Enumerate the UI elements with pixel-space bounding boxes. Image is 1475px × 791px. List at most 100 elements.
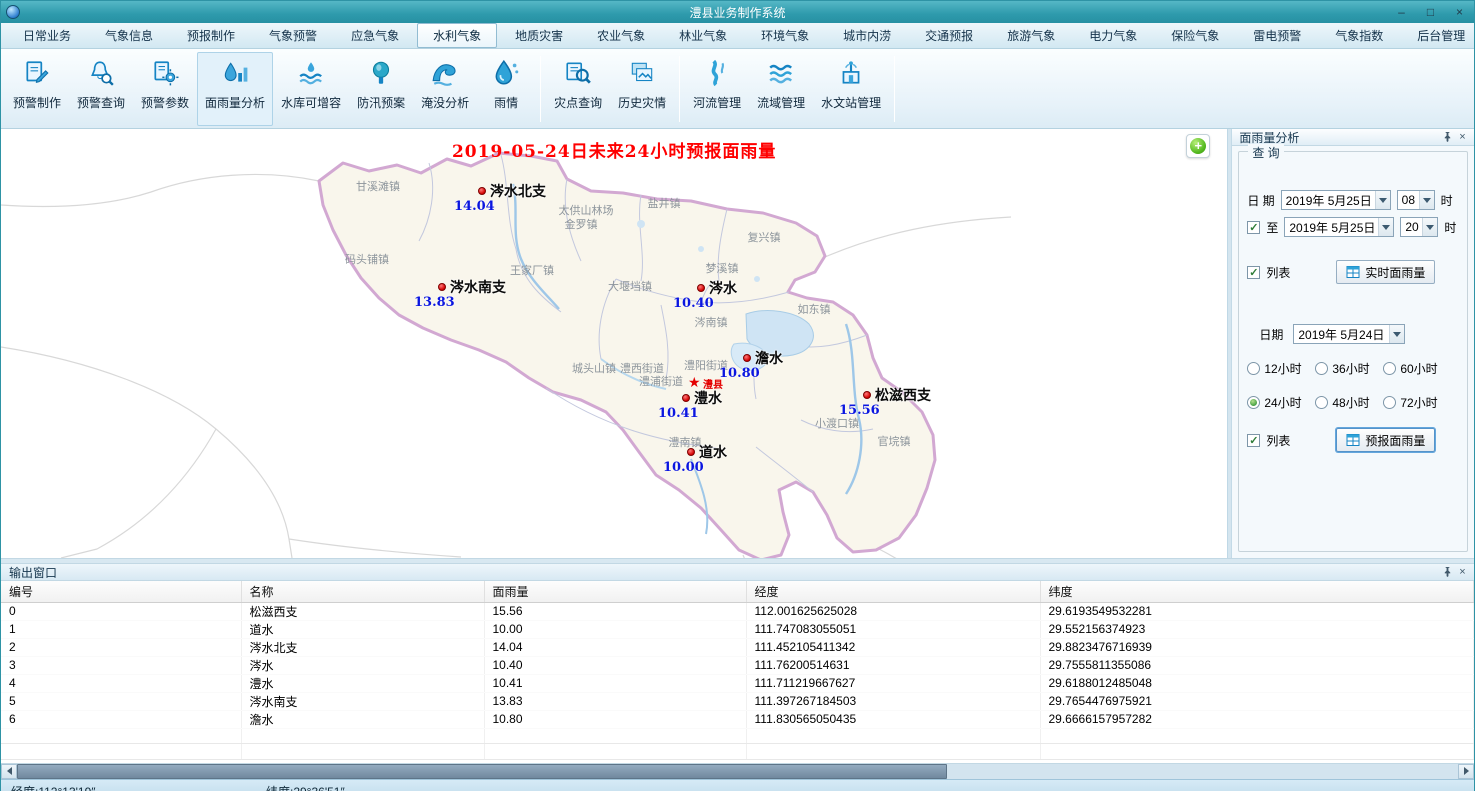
menu-tab-12[interactable]: 旅游气象 xyxy=(991,23,1071,48)
table-row[interactable]: 3涔水10.40111.7620051463129.7555811355086 xyxy=(1,656,1474,674)
forecast-rainfall-button[interactable]: 预报面雨量 xyxy=(1336,428,1435,452)
menu-tab-4[interactable]: 应急气象 xyxy=(335,23,415,48)
output-close-icon[interactable]: × xyxy=(1455,565,1470,579)
menu-tab-1[interactable]: 气象信息 xyxy=(89,23,169,48)
column-header[interactable]: 纬度 xyxy=(1040,581,1474,602)
table-row[interactable]: 4澧水10.41111.71121966762729.6188012485048 xyxy=(1,674,1474,692)
toolbar-item-warning-query[interactable]: 预警查询 xyxy=(69,52,133,126)
disaster-point-query-icon xyxy=(563,58,593,88)
scrollbar-thumb[interactable] xyxy=(17,764,947,779)
duration-radio-5[interactable]: 72小时 xyxy=(1383,394,1459,411)
column-header[interactable]: 面雨量 xyxy=(484,581,746,602)
chevron-down-icon xyxy=(1422,218,1437,236)
map-canvas[interactable]: 2019-05-24日未来24小时预报面雨量 + xyxy=(1,129,1227,558)
end-date-combobox[interactable]: 2019年 5月25日 xyxy=(1284,217,1394,237)
menu-tab-6[interactable]: 地质灾害 xyxy=(499,23,579,48)
scrollbar-track[interactable] xyxy=(947,764,1458,779)
duration-radio-0[interactable]: 12小时 xyxy=(1247,360,1315,377)
window-title: 澧县业务制作系统 xyxy=(1,4,1474,21)
menu-tab-7[interactable]: 农业气象 xyxy=(581,23,661,48)
realtime-rainfall-button[interactable]: 实时面雨量 xyxy=(1336,260,1435,284)
duration-radio-1[interactable]: 36小时 xyxy=(1315,360,1383,377)
menu-tab-11[interactable]: 交通预报 xyxy=(909,23,989,48)
toolbar-item-rain-condition[interactable]: 雨情 xyxy=(477,52,535,126)
duration-radio-3[interactable]: 24小时 xyxy=(1247,394,1315,411)
station-dot-icon xyxy=(438,283,446,291)
pin-icon[interactable] xyxy=(1440,565,1455,579)
horizontal-scrollbar[interactable] xyxy=(1,763,1474,779)
menu-tab-5[interactable]: 水利气象 xyxy=(417,23,497,48)
toolbar-item-label: 水文站管理 xyxy=(821,94,881,111)
toolbar-item-area-rainfall-analysis[interactable]: 面雨量分析 xyxy=(197,52,273,126)
toolbar-item-disaster-history[interactable]: 历史灾情 xyxy=(610,52,674,126)
menu-tab-10[interactable]: 城市内涝 xyxy=(827,23,907,48)
column-header[interactable]: 名称 xyxy=(241,581,484,602)
toolbar-item-disaster-point-query[interactable]: 灾点查询 xyxy=(546,52,610,126)
column-header[interactable]: 编号 xyxy=(1,581,241,602)
forecast-date-combobox[interactable]: 2019年 5月24日 xyxy=(1293,324,1405,344)
table-row[interactable]: 2涔水北支14.04111.45210541134229.88234767169… xyxy=(1,638,1474,656)
toolbar-separator xyxy=(679,56,680,122)
table-cell: 澹水 xyxy=(241,710,484,728)
toolbar-item-label: 流域管理 xyxy=(757,94,805,111)
warning-query-icon xyxy=(86,58,116,88)
menu-tab-13[interactable]: 电力气象 xyxy=(1073,23,1153,48)
station-value: 14.04 xyxy=(454,199,495,214)
toolbar-item-flood-plan[interactable]: 防汛预案 xyxy=(349,52,413,126)
radio-label: 12小时 xyxy=(1264,360,1301,377)
realtime-list-checkbox[interactable]: ✓ xyxy=(1247,266,1260,279)
zoom-in-button[interactable]: + xyxy=(1186,134,1210,158)
menu-tab-2[interactable]: 预报制作 xyxy=(171,23,251,48)
menu-tab-8[interactable]: 林业气象 xyxy=(663,23,743,48)
table-row[interactable]: 1道水10.00111.74708305505129.552156374923 xyxy=(1,620,1474,638)
table-row[interactable]: 6澹水10.80111.83056505043529.6666157957282 xyxy=(1,710,1474,728)
forecast-rainfall-button-label: 预报面雨量 xyxy=(1365,432,1425,449)
table-cell: 10.00 xyxy=(484,620,746,638)
toolbar-item-label: 防汛预案 xyxy=(357,94,405,111)
menu-tab-16[interactable]: 气象指数 xyxy=(1319,23,1399,48)
toolbar-item-reservoir-capacity[interactable]: 水库可增容 xyxy=(273,52,349,126)
menu-tab-9[interactable]: 环境气象 xyxy=(745,23,825,48)
station-value: 10.41 xyxy=(658,406,699,421)
column-header[interactable]: 经度 xyxy=(746,581,1040,602)
town-label: 金罗镇 xyxy=(565,216,598,232)
pin-icon[interactable] xyxy=(1440,130,1455,144)
menu-tab-3[interactable]: 气象预警 xyxy=(253,23,333,48)
toolbar-item-river-management[interactable]: 河流管理 xyxy=(685,52,749,126)
toolbar-item-inundation-analysis[interactable]: 淹没分析 xyxy=(413,52,477,126)
radio-icon xyxy=(1247,362,1260,375)
table-cell: 涔水南支 xyxy=(241,692,484,710)
river-management-icon xyxy=(702,58,732,88)
menu-tab-0[interactable]: 日常业务 xyxy=(7,23,87,48)
toolbar-item-basin-management[interactable]: 流域管理 xyxy=(749,52,813,126)
radio-label: 72小时 xyxy=(1400,394,1437,411)
chevron-down-icon xyxy=(1378,218,1393,236)
end-date-checkbox[interactable]: ✓ xyxy=(1247,221,1260,234)
end-hour-combobox[interactable]: 20 xyxy=(1400,217,1438,237)
panel-close-icon[interactable]: × xyxy=(1455,130,1470,144)
table-row[interactable]: 0松滋西支15.56112.00162562502829.61935495322… xyxy=(1,602,1474,620)
menu-tab-15[interactable]: 雷电预警 xyxy=(1237,23,1317,48)
duration-radio-group: 12小时 36小时 60小时 24小时 48小时 72小时 xyxy=(1247,360,1459,411)
menu-tab-17[interactable]: 后台管理 xyxy=(1401,23,1475,48)
chevron-down-icon xyxy=(1375,191,1390,209)
toolbar-item-label: 预警参数 xyxy=(141,94,189,111)
duration-radio-2[interactable]: 60小时 xyxy=(1383,360,1459,377)
forecast-date-value: 2019年 5月24日 xyxy=(1298,326,1389,343)
menu-tab-14[interactable]: 保险气象 xyxy=(1155,23,1235,48)
area-rainfall-panel: 面雨量分析 × 查 询 日 期 2019年 5月25日 08 xyxy=(1231,129,1474,558)
radio-label: 48小时 xyxy=(1332,394,1369,411)
toolbar-item-warning-create[interactable]: 预警制作 xyxy=(5,52,69,126)
start-date-combobox[interactable]: 2019年 5月25日 xyxy=(1281,190,1391,210)
town-label: 如东镇 xyxy=(798,301,831,317)
toolbar-item-warning-params[interactable]: 预警参数 xyxy=(133,52,197,126)
duration-radio-4[interactable]: 48小时 xyxy=(1315,394,1383,411)
radio-label: 36小时 xyxy=(1332,360,1369,377)
table-cell: 29.6193549532281 xyxy=(1040,602,1474,620)
scroll-left-icon[interactable] xyxy=(1,764,17,779)
table-row[interactable]: 5涔水南支13.83111.39726718450329.76544769759… xyxy=(1,692,1474,710)
start-hour-combobox[interactable]: 08 xyxy=(1397,190,1435,210)
forecast-list-checkbox[interactable]: ✓ xyxy=(1247,434,1260,447)
scroll-right-icon[interactable] xyxy=(1458,764,1474,779)
toolbar-item-hydro-station-management[interactable]: 水文站管理 xyxy=(813,52,889,126)
